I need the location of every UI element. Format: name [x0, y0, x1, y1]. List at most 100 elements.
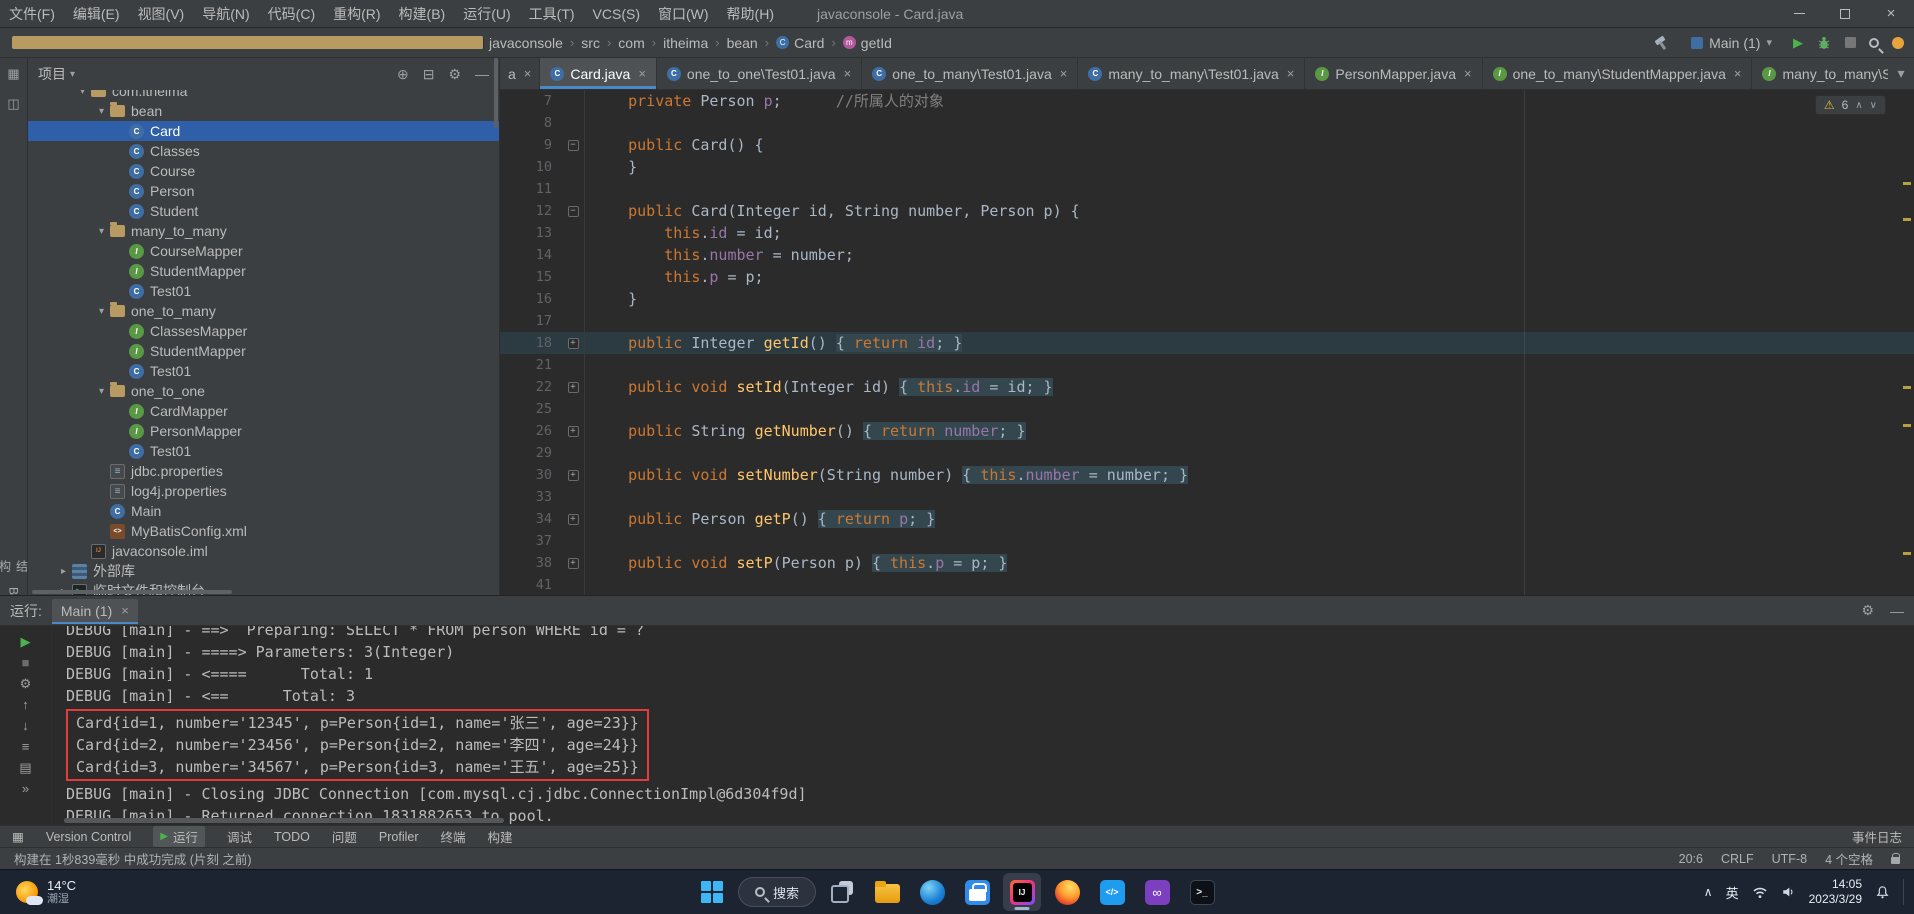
- hide-panel-icon[interactable]: —: [1890, 603, 1904, 619]
- chevron-down-icon[interactable]: ▾: [93, 106, 110, 117]
- toolwindow-button-version-control[interactable]: Version Control: [46, 830, 131, 844]
- more-icon[interactable]: »: [22, 781, 29, 797]
- toolwindow-button-node[interactable]: ▶运行: [153, 826, 205, 847]
- taskbar-idea-button[interactable]: IJ: [1003, 873, 1041, 911]
- print-icon[interactable]: ▤: [19, 760, 31, 776]
- console-horizontal-scrollbar[interactable]: [64, 818, 504, 823]
- code-line[interactable]: 37: [500, 530, 1914, 552]
- chevron-down-icon[interactable]: ▾: [70, 69, 75, 80]
- taskbar-vscode-button[interactable]: </>: [1093, 873, 1131, 911]
- code-line[interactable]: 30+ public void setNumber(String number)…: [500, 464, 1914, 486]
- fold-expand-icon[interactable]: +: [568, 514, 579, 525]
- taskbar-store-button[interactable]: [958, 873, 996, 911]
- show-desktop-button[interactable]: [1903, 879, 1908, 905]
- close-icon[interactable]: ×: [1287, 66, 1295, 81]
- tab-one-to-many-studentmapper-java[interactable]: Ione_to_many\StudentMapper.java×: [1483, 58, 1753, 89]
- console-line[interactable]: Card{id=3, number='34567', p=Person{id=3…: [76, 756, 639, 778]
- code-line[interactable]: 41: [500, 574, 1914, 595]
- tree-item-cardmapper[interactable]: ICardMapper: [28, 401, 499, 421]
- code-line[interactable]: 7 private Person p; //所属人的对象: [500, 90, 1914, 112]
- code-line[interactable]: 26+ public String getNumber() { return n…: [500, 420, 1914, 442]
- input-language-indicator[interactable]: 英: [1726, 883, 1739, 902]
- chevron-down-icon[interactable]: ▾: [74, 90, 91, 97]
- console-line[interactable]: DEBUG [main] - <== Total: 3: [66, 685, 1914, 707]
- run-tab[interactable]: Main (1) ×: [52, 599, 138, 623]
- wifi-icon[interactable]: [1752, 885, 1768, 899]
- tree-vertical-scrollbar[interactable]: [494, 58, 498, 128]
- tree-item-card[interactable]: CCard: [28, 121, 499, 141]
- taskbar-search-pill[interactable]: 搜索: [738, 877, 816, 907]
- structure-toolwindow-button[interactable]: 结构: [0, 560, 31, 573]
- commit-toolwindow-icon[interactable]: ◫: [7, 96, 19, 112]
- close-icon[interactable]: ×: [1060, 66, 1068, 81]
- run-config-selector[interactable]: Main (1) ▾: [1683, 33, 1780, 53]
- caret-position[interactable]: 20:6: [1679, 852, 1703, 866]
- project-panel-title[interactable]: 项目: [38, 64, 66, 84]
- tree-item-one-to-many[interactable]: ▾one_to_many: [28, 301, 499, 321]
- tab-one-to-one-test01-java[interactable]: Cone_to_one\Test01.java×: [657, 58, 862, 89]
- console-line[interactable]: DEBUG [main] - ==> Preparing: SELECT * F…: [66, 626, 1914, 641]
- toolwindow-switcher-icon[interactable]: ▦: [12, 829, 24, 844]
- project-toolwindow-icon[interactable]: ▦: [7, 66, 19, 82]
- code-line[interactable]: 17: [500, 310, 1914, 332]
- code-line[interactable]: 16 }: [500, 288, 1914, 310]
- tree-item-classesmapper[interactable]: IClassesMapper: [28, 321, 499, 341]
- toolwindow-button-node[interactable]: 终端: [441, 827, 466, 846]
- stop-button[interactable]: [1845, 37, 1856, 48]
- tree-item-jdbc-properties[interactable]: ≡jdbc.properties: [28, 461, 499, 481]
- notifications-icon[interactable]: [1892, 37, 1904, 49]
- collapse-all-icon[interactable]: ⊟: [423, 66, 435, 83]
- taskbar-search-box[interactable]: 搜索: [738, 873, 816, 911]
- notifications-bell-icon[interactable]: [1875, 885, 1890, 900]
- breadcrumb-item-src[interactable]: src: [581, 35, 600, 51]
- fold-expand-icon[interactable]: +: [568, 470, 579, 481]
- tree-item-studentmapper[interactable]: IStudentMapper: [28, 341, 499, 361]
- tree-item-one-to-one[interactable]: ▾one_to_one: [28, 381, 499, 401]
- toolwindow-button-node[interactable]: 构建: [488, 827, 513, 846]
- toolwindow-button-node[interactable]: 问题: [332, 827, 357, 846]
- tree-item-log4j-properties[interactable]: ≡log4j.properties: [28, 481, 499, 501]
- code-line[interactable]: 13 this.id = id;: [500, 222, 1914, 244]
- menu-item-n[interactable]: 导航(N): [193, 0, 258, 28]
- taskbar-explorer-button[interactable]: [868, 873, 906, 911]
- toolwindow-button-profiler[interactable]: Profiler: [379, 830, 419, 844]
- tree-item-test01[interactable]: CTest01: [28, 441, 499, 461]
- menu-item-e[interactable]: 编辑(E): [64, 0, 129, 28]
- menu-item-h[interactable]: 帮助(H): [718, 0, 783, 28]
- code-line[interactable]: 22+ public void setId(Integer id) { this…: [500, 376, 1914, 398]
- menu-item-f[interactable]: 文件(F): [0, 0, 64, 28]
- fold-collapse-icon[interactable]: −: [568, 206, 579, 217]
- lock-icon[interactable]: [1891, 857, 1900, 864]
- stop-button[interactable]: ■: [22, 655, 30, 671]
- close-button[interactable]: ×: [1868, 0, 1914, 27]
- gear-icon[interactable]: ⚙: [1861, 602, 1874, 619]
- close-icon[interactable]: ×: [1734, 66, 1742, 81]
- line-ending[interactable]: CRLF: [1721, 852, 1754, 866]
- tree-item-main[interactable]: CMain: [28, 501, 499, 521]
- code-line[interactable]: 34+ public Person getP() { return p; }: [500, 508, 1914, 530]
- code-line[interactable]: 14 this.number = number;: [500, 244, 1914, 266]
- fold-expand-icon[interactable]: +: [568, 338, 579, 349]
- taskbar-task-view-button[interactable]: [823, 873, 861, 911]
- close-icon[interactable]: ×: [638, 66, 646, 81]
- code-line[interactable]: 10 }: [500, 156, 1914, 178]
- tree-horizontal-scrollbar[interactable]: [32, 590, 232, 594]
- tree-item-javaconsole-iml[interactable]: IJjavaconsole.iml: [28, 541, 499, 561]
- weather-widget[interactable]: 14°C 潮湿: [8, 870, 84, 914]
- console[interactable]: DEBUG [main] - ==> Preparing: SELECT * F…: [52, 626, 1914, 825]
- menu-item-b[interactable]: 构建(B): [390, 0, 455, 28]
- tree-item-student[interactable]: CStudent: [28, 201, 499, 221]
- inspections-widget[interactable]: ⚠ 6 ∧ ∨: [1815, 95, 1886, 115]
- console-line[interactable]: DEBUG [main] - Closing JDBC Connection […: [66, 783, 1914, 805]
- prev-warning-icon[interactable]: ∧: [1855, 100, 1862, 111]
- code-line[interactable]: 11: [500, 178, 1914, 200]
- tree-item-course[interactable]: CCourse: [28, 161, 499, 181]
- code-line[interactable]: 21: [500, 354, 1914, 376]
- taskbar-start-button[interactable]: [693, 873, 731, 911]
- chevron-right-icon[interactable]: ▸: [55, 566, 72, 577]
- menu-item-v[interactable]: 视图(V): [129, 0, 194, 28]
- tray-overflow-icon[interactable]: ∧: [1704, 885, 1713, 899]
- code-line[interactable]: 12− public Card(Integer id, String numbe…: [500, 200, 1914, 222]
- tab-many-to-many-test01-java[interactable]: Cmany_to_many\Test01.java×: [1078, 58, 1305, 89]
- debug-button[interactable]: [1816, 35, 1832, 51]
